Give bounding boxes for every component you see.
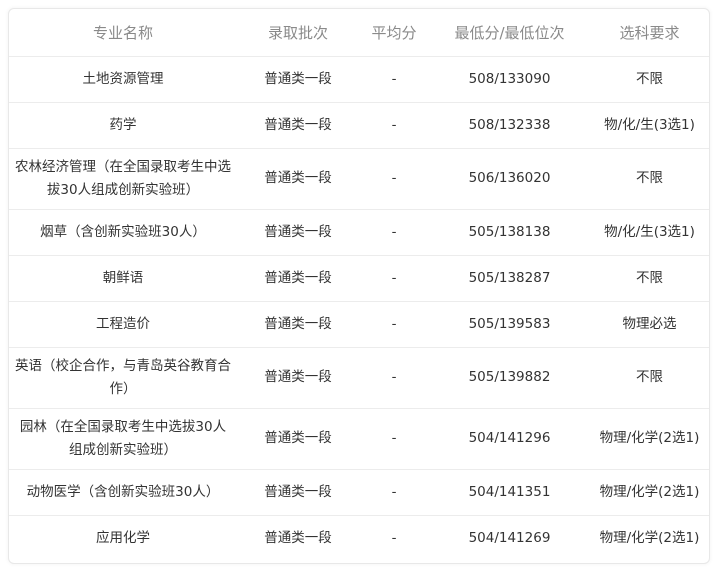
cell-requirement: 物/化/生(3选1) xyxy=(590,102,709,149)
table-row: 动物医学（含创新实验班30人） 普通类一段 - 504/141351 物理/化学… xyxy=(9,469,709,516)
cell-average: - xyxy=(359,56,429,103)
cell-average: - xyxy=(359,209,429,256)
cell-min-score-rank: 504/141296 xyxy=(429,408,590,470)
cell-requirement: 不限 xyxy=(590,148,709,210)
cell-requirement: 不限 xyxy=(590,56,709,103)
cell-average: - xyxy=(359,347,429,409)
header-row: 专业名称 录取批次 平均分 最低分/最低位次 选科要求 xyxy=(9,9,709,57)
header-major: 专业名称 xyxy=(9,9,237,57)
cell-average: - xyxy=(359,469,429,516)
table-body: 土地资源管理 普通类一段 - 508/133090 不限 药学 普通类一段 - … xyxy=(9,56,709,561)
cell-average: - xyxy=(359,102,429,149)
cell-major: 园林（在全国录取考生中选拔30人组成创新实验班） xyxy=(9,408,237,470)
table-row: 药学 普通类一段 - 508/132338 物/化/生(3选1) xyxy=(9,102,709,149)
cell-requirement: 不限 xyxy=(590,255,709,302)
admission-table: 专业名称 录取批次 平均分 最低分/最低位次 选科要求 土地资源管理 普通类一段… xyxy=(9,9,709,561)
cell-major: 烟草（含创新实验班30人） xyxy=(9,209,237,256)
cell-average: - xyxy=(391,529,397,546)
cell-requirement: 不限 xyxy=(590,347,709,409)
cell-min-score-rank: 504/141269 xyxy=(468,529,551,546)
cell-major: 动物医学（含创新实验班30人） xyxy=(9,469,237,516)
cell-min-score-rank: 505/139882 xyxy=(429,347,590,409)
cell-major: 英语（校企合作，与青岛英谷教育合作） xyxy=(9,347,237,409)
header-batch: 录取批次 xyxy=(237,9,359,57)
table-row: 农林经济管理（在全国录取考生中选拔30人组成创新实验班） 普通类一段 - 506… xyxy=(9,148,709,210)
cell-min-score-rank: 508/132338 xyxy=(429,102,590,149)
table-header: 专业名称 录取批次 平均分 最低分/最低位次 选科要求 xyxy=(9,9,709,57)
admission-table-card: 专业名称 录取批次 平均分 最低分/最低位次 选科要求 土地资源管理 普通类一段… xyxy=(8,8,710,564)
table-row: 英语（校企合作，与青岛英谷教育合作） 普通类一段 - 505/139882 不限 xyxy=(9,347,709,409)
cell-average: - xyxy=(359,301,429,348)
cell-requirement: 物理必选 xyxy=(590,301,709,348)
header-subject-requirement: 选科要求 xyxy=(590,9,709,57)
cell-batch: 普通类一段 xyxy=(237,301,359,348)
cell-batch: 普通类一段 xyxy=(237,408,359,470)
cell-min-score-rank: 505/139583 xyxy=(429,301,590,348)
table-row: 应用化学 普通类一段 - 504/141269 物理/化学(2选1) xyxy=(9,515,709,561)
cell-average: - xyxy=(359,148,429,210)
cell-major: 应用化学 xyxy=(96,529,150,546)
cell-requirement: 物理/化学(2选1) xyxy=(590,408,709,470)
cell-average: - xyxy=(359,408,429,470)
cell-min-score-rank: 508/133090 xyxy=(429,56,590,103)
cell-batch: 普通类一段 xyxy=(264,529,332,546)
cell-min-score-rank: 505/138287 xyxy=(429,255,590,302)
header-average-score: 平均分 xyxy=(359,9,429,57)
cell-major: 朝鲜语 xyxy=(9,255,237,302)
cell-batch: 普通类一段 xyxy=(237,209,359,256)
cell-batch: 普通类一段 xyxy=(237,469,359,516)
cell-requirement: 物理/化学(2选1) xyxy=(590,469,709,516)
table-row: 烟草（含创新实验班30人） 普通类一段 - 505/138138 物/化/生(3… xyxy=(9,209,709,256)
cell-requirement: 物/化/生(3选1) xyxy=(590,209,709,256)
cell-batch: 普通类一段 xyxy=(237,347,359,409)
table-row: 土地资源管理 普通类一段 - 508/133090 不限 xyxy=(9,56,709,103)
cell-batch: 普通类一段 xyxy=(237,56,359,103)
cell-major: 农林经济管理（在全国录取考生中选拔30人组成创新实验班） xyxy=(9,148,237,210)
cell-major: 药学 xyxy=(9,102,237,149)
table-row: 朝鲜语 普通类一段 - 505/138287 不限 xyxy=(9,255,709,302)
cell-min-score-rank: 506/136020 xyxy=(429,148,590,210)
cell-min-score-rank: 504/141351 xyxy=(429,469,590,516)
cell-average: - xyxy=(359,255,429,302)
table-row: 工程造价 普通类一段 - 505/139583 物理必选 xyxy=(9,301,709,348)
cell-batch: 普通类一段 xyxy=(237,255,359,302)
cell-batch: 普通类一段 xyxy=(237,102,359,149)
cell-batch: 普通类一段 xyxy=(237,148,359,210)
header-min-score-rank: 最低分/最低位次 xyxy=(429,9,590,57)
cell-major: 工程造价 xyxy=(9,301,237,348)
cell-requirement: 物理/化学(2选1) xyxy=(599,529,700,546)
table-row: 园林（在全国录取考生中选拔30人组成创新实验班） 普通类一段 - 504/141… xyxy=(9,408,709,470)
cell-major: 土地资源管理 xyxy=(9,56,237,103)
cell-min-score-rank: 505/138138 xyxy=(429,209,590,256)
